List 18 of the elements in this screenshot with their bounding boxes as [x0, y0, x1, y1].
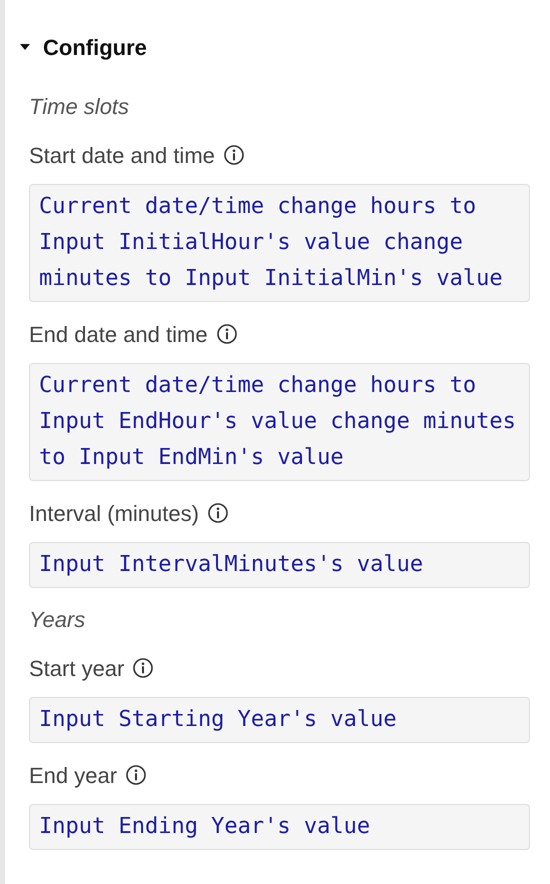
info-icon[interactable] [126, 765, 146, 785]
field-label: End year [29, 762, 118, 790]
value-field[interactable]: Input Starting Year's value [29, 697, 530, 743]
field-label: End date and time [29, 320, 208, 348]
section-title[interactable]: Configure [43, 30, 147, 64]
value-field[interactable]: Input IntervalMinutes's value [29, 542, 530, 588]
group-heading: Time slots [29, 93, 130, 121]
info-icon[interactable] [224, 145, 244, 165]
value-field[interactable]: Input Ending Year's value [29, 804, 530, 850]
field-label: Start date and time [29, 142, 215, 170]
field-label: Start year [29, 654, 124, 683]
value-field[interactable]: Current date/time change hours to Input EndHour's value change minutes to Input EndMin's value [29, 363, 530, 481]
value-field[interactable]: Current date/time change hours to Input InitialHour's value change minutes to Input InitialMin's value [29, 184, 530, 302]
info-icon[interactable] [133, 658, 154, 678]
group-heading: Years [29, 606, 86, 634]
info-icon[interactable] [216, 324, 237, 344]
field-label: Interval (minutes) [29, 500, 199, 528]
info-icon[interactable] [208, 503, 228, 523]
